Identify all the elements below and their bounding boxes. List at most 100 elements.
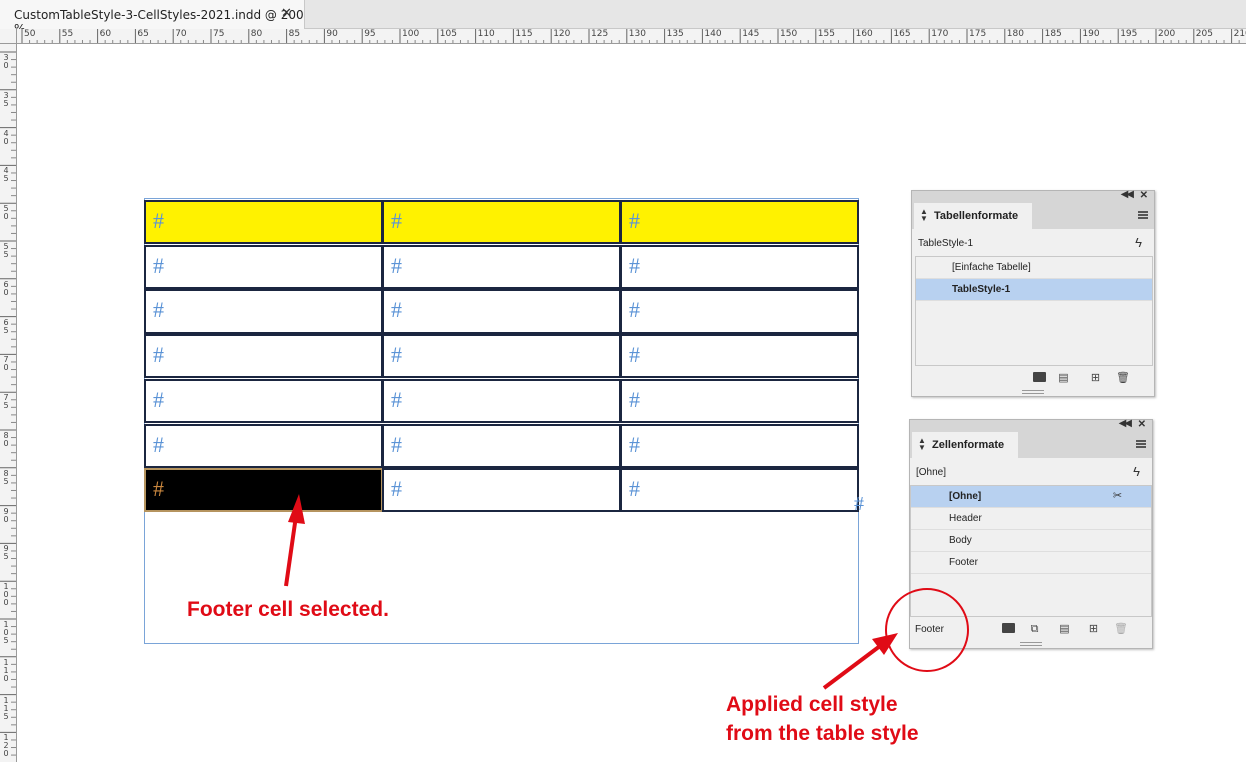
panel-footer: ▤ ⊞ 🗑 bbox=[912, 367, 1154, 391]
ruler-label: 0 bbox=[3, 514, 9, 524]
header-cell[interactable]: # bbox=[620, 200, 859, 245]
current-style-row: [Ohne] ϟ bbox=[910, 462, 1152, 484]
list-item-label: [Ohne] bbox=[949, 491, 982, 502]
map-styles-icon[interactable]: ⧉ bbox=[1028, 623, 1041, 635]
body-cell[interactable]: # bbox=[620, 289, 859, 334]
ruler-label: 100 bbox=[402, 29, 420, 39]
ruler-label: 0 bbox=[3, 136, 9, 146]
body-cell[interactable]: # bbox=[144, 289, 383, 334]
cell-content: # bbox=[153, 297, 164, 323]
new-style-icon[interactable]: ⊞ bbox=[1089, 372, 1102, 384]
body-cell[interactable]: # bbox=[144, 244, 383, 289]
ruler-label: 5 bbox=[3, 401, 9, 411]
document-tab[interactable]: CustomTableStyle-3-CellStyles-2021.indd … bbox=[0, 0, 305, 36]
list-item-label: Header bbox=[949, 513, 982, 524]
footer-cell[interactable]: # bbox=[382, 468, 621, 513]
body-cell[interactable]: # bbox=[144, 378, 383, 423]
cell-content: # bbox=[629, 476, 640, 502]
no-edit-icon: ✂ bbox=[1112, 490, 1123, 502]
new-style-icon[interactable]: ⊞ bbox=[1087, 623, 1100, 635]
ruler-label: 110 bbox=[477, 29, 495, 39]
ruler-label: 190 bbox=[1082, 29, 1100, 39]
close-panel-icon[interactable]: ✕ bbox=[1138, 419, 1146, 430]
body-cell[interactable]: # bbox=[382, 289, 621, 334]
body-cell[interactable]: # bbox=[620, 423, 859, 468]
list-item[interactable]: Header bbox=[911, 508, 1151, 530]
ruler-label: 130 bbox=[628, 29, 646, 39]
panel-menu-icon[interactable] bbox=[1136, 440, 1146, 448]
list-item[interactable]: [Einfache Tabelle] bbox=[916, 257, 1152, 279]
panel-title: Zellenformate bbox=[932, 439, 1005, 451]
body-cell[interactable]: # bbox=[144, 334, 383, 379]
ruler-label: 0 bbox=[3, 212, 9, 222]
trash-icon[interactable]: 🗑 bbox=[1114, 623, 1128, 635]
ruler-label: 0 bbox=[3, 439, 9, 448]
ruler-label: 160 bbox=[855, 29, 873, 39]
ruler-label: 140 bbox=[704, 29, 722, 39]
clear-overrides-icon[interactable]: ▤ bbox=[1057, 372, 1070, 384]
header-cell[interactable]: # bbox=[382, 200, 621, 245]
tab-zellenformate[interactable]: ▲ ▼ Zellenformate bbox=[912, 432, 1019, 458]
body-cell[interactable]: # bbox=[144, 423, 383, 468]
collapse-panel-icon[interactable]: ◀◀ bbox=[1121, 189, 1134, 200]
close-icon[interactable]: ✕ bbox=[281, 6, 292, 21]
ruler-label: 5 bbox=[3, 636, 9, 645]
cell-content: # bbox=[153, 386, 164, 412]
cell-content: # bbox=[629, 252, 640, 278]
list-item[interactable]: [Ohne] ✂ bbox=[911, 486, 1151, 508]
ruler-label: 170 bbox=[931, 29, 949, 39]
tab-tabellenformate[interactable]: ▲ ▼ Tabellenformate bbox=[914, 203, 1033, 229]
header-cell[interactable]: # bbox=[144, 200, 383, 245]
panel-title-bar[interactable]: ◀◀ ✕ bbox=[912, 189, 1154, 203]
body-cell[interactable]: # bbox=[382, 244, 621, 289]
list-item[interactable]: Footer bbox=[911, 552, 1151, 574]
cell-content: # bbox=[629, 297, 640, 323]
cell-content: # bbox=[391, 476, 402, 502]
indesign-workspace: CustomTableStyle-3-CellStyles-2021.indd … bbox=[0, 0, 1246, 762]
body-cell[interactable]: # bbox=[382, 334, 621, 379]
new-group-folder-icon[interactable] bbox=[1002, 623, 1015, 635]
body-cell[interactable]: # bbox=[382, 423, 621, 468]
cell-content: # bbox=[153, 208, 164, 233]
panel-menu-icon[interactable] bbox=[1138, 211, 1148, 219]
footer-cell[interactable]: # bbox=[620, 468, 859, 513]
list-item[interactable]: TableStyle-1 bbox=[916, 279, 1152, 301]
ruler-label: 0 bbox=[3, 287, 9, 297]
ruler-label: 85 bbox=[288, 29, 301, 39]
body-cell[interactable]: # bbox=[620, 334, 859, 379]
list-item-label: Body bbox=[949, 535, 972, 546]
clear-overrides-icon[interactable]: ▤ bbox=[1058, 623, 1071, 635]
current-style-label: TableStyle-1 bbox=[918, 238, 974, 249]
panel-resize-grip[interactable] bbox=[1020, 642, 1042, 646]
cell-content: # bbox=[629, 208, 640, 233]
footer-selected-note: Footer cell selected. bbox=[187, 598, 389, 621]
vertical-ruler[interactable]: 3035404550556065707580859095100105110115… bbox=[0, 44, 17, 762]
close-panel-icon[interactable]: ✕ bbox=[1140, 190, 1148, 201]
ruler-label: 165 bbox=[893, 29, 911, 39]
quick-apply-icon[interactable]: ϟ bbox=[1133, 464, 1140, 479]
quick-apply-icon[interactable]: ϟ bbox=[1135, 235, 1142, 250]
ruler-label: 210 bbox=[1233, 29, 1246, 39]
trash-icon[interactable]: 🗑 bbox=[1116, 372, 1130, 384]
ruler-label: 5 bbox=[3, 711, 9, 721]
panel-title-bar[interactable]: ◀◀ ✕ bbox=[910, 418, 1152, 432]
body-cell[interactable]: # bbox=[620, 378, 859, 423]
body-cell[interactable]: # bbox=[620, 244, 859, 289]
panel-resize-grip[interactable] bbox=[1022, 390, 1044, 394]
cell-content: # bbox=[391, 431, 402, 457]
footer-cell[interactable]: # bbox=[144, 468, 383, 513]
horizontal-ruler[interactable]: 50 55 60 65 70 75 80 85 90 95 100 105 110 115 120 125 13… bbox=[17, 29, 1246, 44]
ruler-label: 0 bbox=[3, 749, 9, 759]
cell-content: # bbox=[391, 342, 402, 368]
ruler-label: 5 bbox=[3, 476, 9, 486]
ruler-label: 155 bbox=[817, 29, 835, 39]
ruler-label: 5 bbox=[3, 325, 9, 335]
ruler-label: 180 bbox=[1006, 29, 1024, 39]
collapse-panel-icon[interactable]: ◀◀ bbox=[1119, 418, 1132, 429]
body-cell[interactable]: # bbox=[382, 378, 621, 423]
new-group-folder-icon[interactable] bbox=[1033, 372, 1046, 384]
ruler-label: 80 bbox=[250, 29, 263, 39]
list-item[interactable]: Body bbox=[911, 530, 1151, 552]
list-item-label: TableStyle-1 bbox=[952, 284, 1011, 295]
ruler-origin[interactable] bbox=[0, 29, 17, 44]
